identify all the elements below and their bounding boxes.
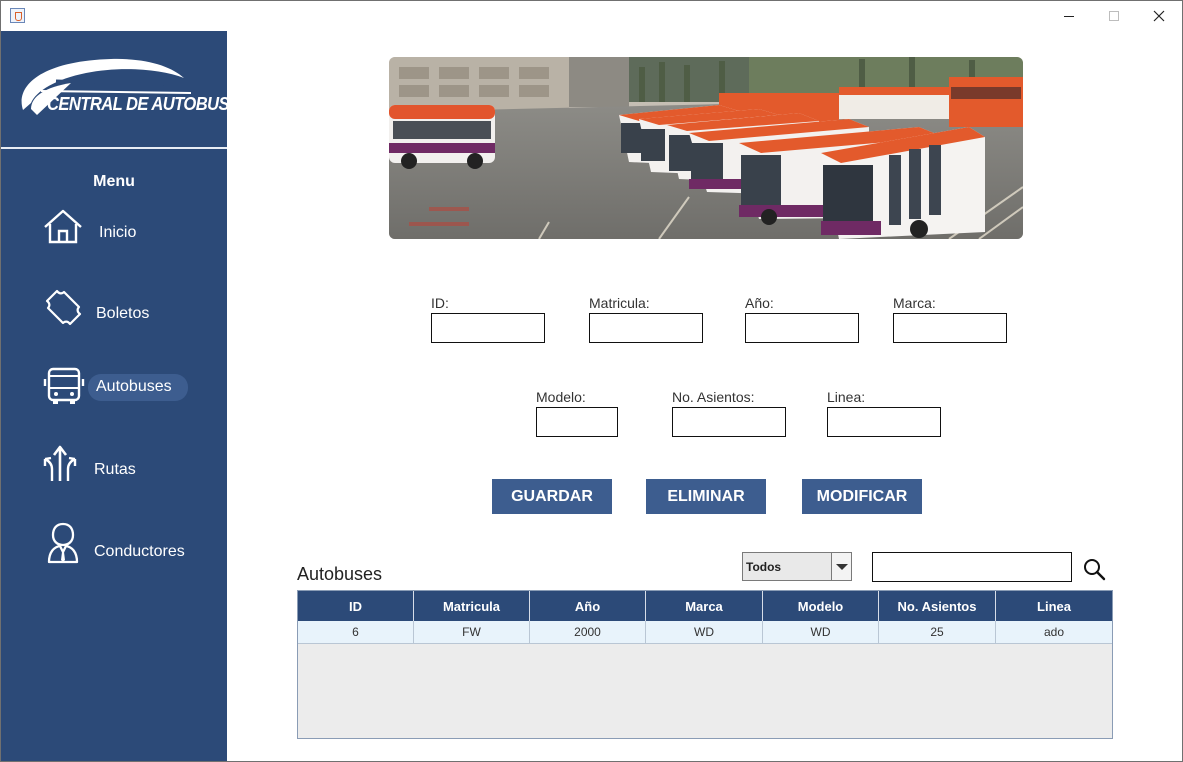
id-field[interactable] bbox=[431, 313, 545, 343]
table-cell[interactable]: 25 bbox=[879, 621, 996, 643]
matricula-field[interactable] bbox=[589, 313, 703, 343]
logo: CENTRAL DE AUTOBUSES bbox=[1, 31, 251, 147]
menu-title: Menu bbox=[93, 173, 135, 190]
anio-label: Año: bbox=[745, 295, 774, 311]
java-app-icon bbox=[10, 8, 25, 23]
ticket-icon bbox=[45, 289, 82, 326]
table-cell[interactable]: 2000 bbox=[530, 621, 646, 643]
column-header-linea[interactable]: Linea bbox=[996, 591, 1112, 621]
matricula-label: Matricula: bbox=[589, 295, 650, 311]
anio-field[interactable] bbox=[745, 313, 859, 343]
column-header-id[interactable]: ID bbox=[298, 591, 414, 621]
sidebar-item-conductores[interactable]: Conductores bbox=[1, 520, 227, 570]
table-cell[interactable]: FW bbox=[414, 621, 530, 643]
linea-label: Linea: bbox=[827, 389, 866, 405]
logo-swoosh-icon bbox=[21, 58, 192, 115]
sidebar-item-label: Conductores bbox=[94, 543, 185, 560]
table-cell[interactable]: WD bbox=[646, 621, 763, 643]
column-header-marca[interactable]: Marca bbox=[646, 591, 763, 621]
table-body: 6 FW 2000 WD WD 25 ado bbox=[298, 621, 1112, 644]
maximize-icon bbox=[1109, 11, 1119, 21]
search-button[interactable] bbox=[1081, 556, 1107, 582]
chevron-down-icon[interactable] bbox=[831, 553, 851, 580]
sidebar-item-inicio[interactable]: Inicio bbox=[1, 206, 227, 256]
sidebar-item-rutas[interactable]: Rutas bbox=[1, 441, 227, 491]
home-icon bbox=[44, 209, 82, 244]
sidebar: CENTRAL DE AUTOBUSES Menu Inicio Boletos bbox=[1, 31, 251, 761]
asientos-field[interactable] bbox=[672, 407, 786, 437]
title-bar bbox=[1, 1, 1182, 31]
close-button[interactable] bbox=[1136, 1, 1182, 31]
marca-field[interactable] bbox=[893, 313, 1007, 343]
marca-label: Marca: bbox=[893, 295, 936, 311]
close-icon bbox=[1153, 10, 1165, 22]
asientos-label: No. Asientos: bbox=[672, 389, 755, 405]
column-header-asientos[interactable]: No. Asientos bbox=[879, 591, 996, 621]
sidebar-item-label: Inicio bbox=[99, 224, 137, 241]
filter-selected-value: Todos bbox=[746, 560, 782, 574]
table-row[interactable]: 6 FW 2000 WD WD 25 ado bbox=[298, 621, 1112, 644]
minimize-icon bbox=[1064, 15, 1074, 17]
sidebar-item-boletos[interactable]: Boletos bbox=[1, 286, 227, 336]
linea-field[interactable] bbox=[827, 407, 941, 437]
table-title: Autobuses bbox=[297, 564, 383, 584]
table-cell[interactable]: ado bbox=[996, 621, 1112, 643]
routes-icon bbox=[43, 445, 77, 481]
divider bbox=[1, 147, 227, 149]
filter-select[interactable]: Todos bbox=[742, 552, 852, 581]
save-button[interactable]: GUARDAR bbox=[492, 479, 612, 514]
app-window: CENTRAL DE AUTOBUSES Menu Inicio Boletos bbox=[0, 0, 1183, 762]
buses-table: ID Matricula Año Marca Modelo No. Asient… bbox=[297, 590, 1113, 739]
modify-button[interactable]: MODIFICAR bbox=[802, 479, 922, 514]
column-header-matricula[interactable]: Matricula bbox=[414, 591, 530, 621]
maximize-button[interactable] bbox=[1091, 1, 1137, 31]
search-input[interactable] bbox=[872, 552, 1072, 582]
id-label: ID: bbox=[431, 295, 449, 311]
column-header-anio[interactable]: Año bbox=[530, 591, 646, 621]
sidebar-item-autobuses[interactable]: Autobuses bbox=[1, 364, 227, 414]
minimize-button[interactable] bbox=[1046, 1, 1092, 31]
modelo-label: Modelo: bbox=[536, 389, 586, 405]
sidebar-item-label: Rutas bbox=[94, 461, 136, 478]
driver-icon bbox=[47, 522, 79, 564]
column-header-modelo[interactable]: Modelo bbox=[763, 591, 879, 621]
search-icon bbox=[1084, 559, 1106, 581]
bus-icon bbox=[43, 367, 85, 404]
table-header: ID Matricula Año Marca Modelo No. Asient… bbox=[298, 591, 1112, 621]
sidebar-item-label: Boletos bbox=[96, 305, 150, 322]
bus-depot-photo bbox=[389, 57, 1023, 239]
modelo-field[interactable] bbox=[536, 407, 618, 437]
delete-button[interactable]: ELIMINAR bbox=[646, 479, 766, 514]
table-cell[interactable]: 6 bbox=[298, 621, 414, 643]
table-cell[interactable]: WD bbox=[763, 621, 879, 643]
sidebar-item-label: Autobuses bbox=[88, 374, 188, 401]
logo-text: CENTRAL DE AUTOBUSES bbox=[47, 94, 251, 114]
